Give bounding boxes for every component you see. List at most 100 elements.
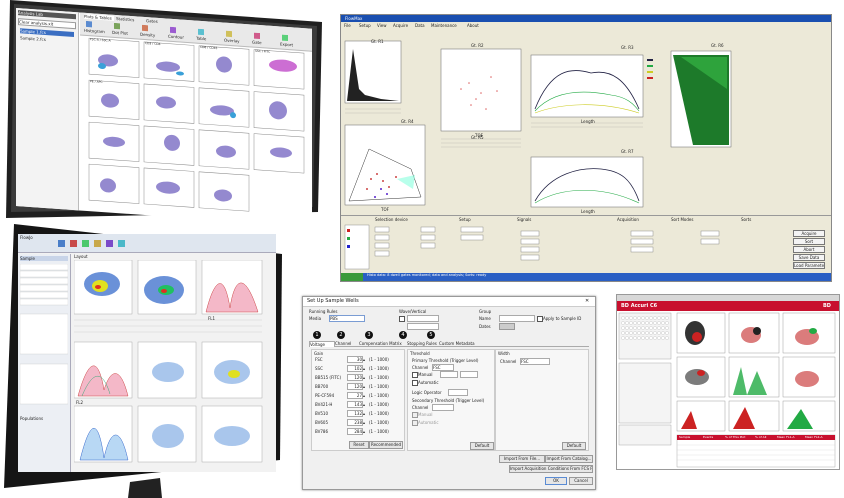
close-icon[interactable]: ✕ xyxy=(585,298,593,304)
recommended-button[interactable]: Recommended xyxy=(369,441,403,449)
gain-stepper-icon[interactable]: ▴ xyxy=(363,393,367,398)
tab-voltage[interactable]: Voltage xyxy=(309,341,335,347)
accuri-content xyxy=(618,312,836,468)
gain-stepper-icon[interactable]: ▴ xyxy=(363,420,367,425)
channel-select[interactable]: FSC xyxy=(432,364,454,371)
region-label: Gt. R4 xyxy=(401,119,414,124)
gain-range-label: (1 - 1000) xyxy=(369,402,389,407)
width-channel-select[interactable]: FSC xyxy=(520,358,550,365)
import-from-file-button[interactable]: Import From File... xyxy=(499,455,545,463)
primary-threshold-label: Primary Threshold (Trigger Level) xyxy=(412,358,479,363)
laptop-search-input[interactable]: Clear analysis.xit xyxy=(18,18,76,30)
panel-layout-title: Layout xyxy=(74,254,88,259)
gain-value-input[interactable]: 102 xyxy=(347,365,363,372)
step-marker-4: 4 xyxy=(399,331,407,339)
reset-button[interactable]: Reset xyxy=(349,441,369,449)
step-marker-5: 5 xyxy=(427,331,435,339)
gain-range-label: (1 - 1000) xyxy=(369,366,389,371)
laptop-plot-grid xyxy=(88,37,305,212)
gain-value-input[interactable]: 120 xyxy=(347,374,363,381)
start-button[interactable] xyxy=(341,273,363,281)
threshold-value-input[interactable] xyxy=(460,371,478,378)
bd-logo: BD xyxy=(823,303,831,309)
load-parameters-button[interactable]: Load Parameters xyxy=(793,262,825,269)
gain-value-input[interactable]: 284 xyxy=(347,428,363,435)
menu-setup[interactable]: Setup xyxy=(359,23,375,28)
sort-button[interactable]: Sort xyxy=(793,238,825,245)
threshold-value-input[interactable] xyxy=(440,371,458,378)
tab-stopping-rules[interactable]: Stopping Rules xyxy=(407,341,437,346)
gain-value-input[interactable]: 120 xyxy=(347,383,363,390)
axis-label: Length xyxy=(581,209,595,214)
import-from-catalog-button[interactable]: Import From Catalog... xyxy=(545,455,593,463)
threshold-default-button[interactable]: Default xyxy=(470,442,494,450)
wave-input[interactable] xyxy=(407,323,439,330)
gain-range-label: (1 - 1000) xyxy=(369,420,389,425)
menu-view[interactable]: View xyxy=(377,23,391,28)
table-header-sample: Sample xyxy=(679,435,691,439)
import-fcs-button[interactable]: Import Acquisition Conditions From FCS F… xyxy=(509,465,593,473)
tab-channel[interactable]: Channel xyxy=(335,341,357,346)
section-selection-device: Selection device xyxy=(375,217,408,222)
width-default-button[interactable]: Default xyxy=(562,442,586,450)
gain-header: Gain xyxy=(314,351,324,356)
ok-button[interactable]: OK xyxy=(545,477,567,485)
tab-custom-metadata[interactable]: Custom Metadata xyxy=(439,341,475,346)
laptop-app-window: Analysis Lab Clear analysis.xit Sample 1… xyxy=(16,8,312,227)
tab-statistics[interactable]: Statistics xyxy=(116,16,144,23)
cancel-button[interactable]: Cancel xyxy=(569,477,593,485)
gain-stepper-icon[interactable]: ▴ xyxy=(363,375,367,380)
secondary-channel-select[interactable] xyxy=(432,404,454,411)
laptop-tree-item[interactable]: Sample 2.fcs xyxy=(20,35,74,44)
gain-value-input[interactable]: 30 xyxy=(347,356,363,363)
gain-channel-name: SSC xyxy=(315,366,323,371)
dates-toggle[interactable] xyxy=(499,323,515,330)
dialog-titlebar: Set Up Sample Wells ✕ xyxy=(303,297,595,307)
save-data-button[interactable]: Save Data xyxy=(793,254,825,261)
desktop-plots xyxy=(74,260,263,463)
gain-value-input[interactable]: 132 xyxy=(347,410,363,417)
manual-label: Manual xyxy=(418,372,433,377)
region-label: Gt. R2 xyxy=(471,43,484,48)
menu-data[interactable]: Data xyxy=(415,23,429,28)
table-header-events: Events xyxy=(703,435,714,439)
gain-stepper-icon[interactable]: ▴ xyxy=(363,357,367,362)
gain-value-input[interactable]: 238 xyxy=(347,419,363,426)
tab-plots-tables[interactable]: Plots & Tables xyxy=(84,13,114,21)
logic-operator-select[interactable] xyxy=(448,389,468,396)
histogram-label: FL1 xyxy=(208,316,216,321)
gain-value-input[interactable]: 27 xyxy=(347,392,363,399)
width-header: Width xyxy=(498,351,510,356)
gain-channel-name: BV605 xyxy=(315,420,328,425)
gain-channel-name: FSC xyxy=(315,357,323,362)
wave-checkbox[interactable] xyxy=(399,316,405,322)
wave-input[interactable] xyxy=(407,315,439,322)
menu-file[interactable]: File xyxy=(344,23,358,28)
group-name-input[interactable] xyxy=(499,315,535,322)
abort-button[interactable]: Abort xyxy=(793,246,825,253)
media-input[interactable]: PBS xyxy=(329,315,365,322)
menu-acquire[interactable]: Acquire xyxy=(393,23,413,28)
gain-stepper-icon[interactable]: ▴ xyxy=(363,384,367,389)
flowmax-title: FlowMax xyxy=(345,16,363,21)
width-channel-label: Channel xyxy=(500,359,517,364)
apply-sample-id-label: Apply to Sample ID xyxy=(543,316,582,321)
gain-stepper-icon[interactable]: ▴ xyxy=(363,402,367,407)
gain-stepper-icon[interactable]: ▴ xyxy=(363,366,367,371)
running-rules-label: Running Rules xyxy=(309,309,338,314)
gain-stepper-icon[interactable]: ▴ xyxy=(363,411,367,416)
gain-range-label: (1 - 1000) xyxy=(369,357,389,362)
menu-about[interactable]: About xyxy=(467,23,483,28)
tab-compensation-matrix[interactable]: Compensation Matrix xyxy=(359,341,405,346)
wave-vertical-label: Wave/Vertical xyxy=(399,309,427,314)
tab-gates[interactable]: Gates xyxy=(146,18,166,24)
gain-channel-name: BB515 (FITC) xyxy=(315,375,341,380)
axis-label: TOF xyxy=(381,207,389,212)
gain-channel-name: BB700 xyxy=(315,384,329,389)
control-grid xyxy=(344,224,720,270)
menu-maintenance[interactable]: Maintenance xyxy=(431,23,465,28)
acquire-button[interactable]: Acquire xyxy=(793,230,825,237)
gain-value-input[interactable]: 143 xyxy=(347,401,363,408)
accuri-window: BD Accuri C6 BD Sample Events % of This … xyxy=(616,294,840,470)
gain-stepper-icon[interactable]: ▴ xyxy=(363,429,367,434)
